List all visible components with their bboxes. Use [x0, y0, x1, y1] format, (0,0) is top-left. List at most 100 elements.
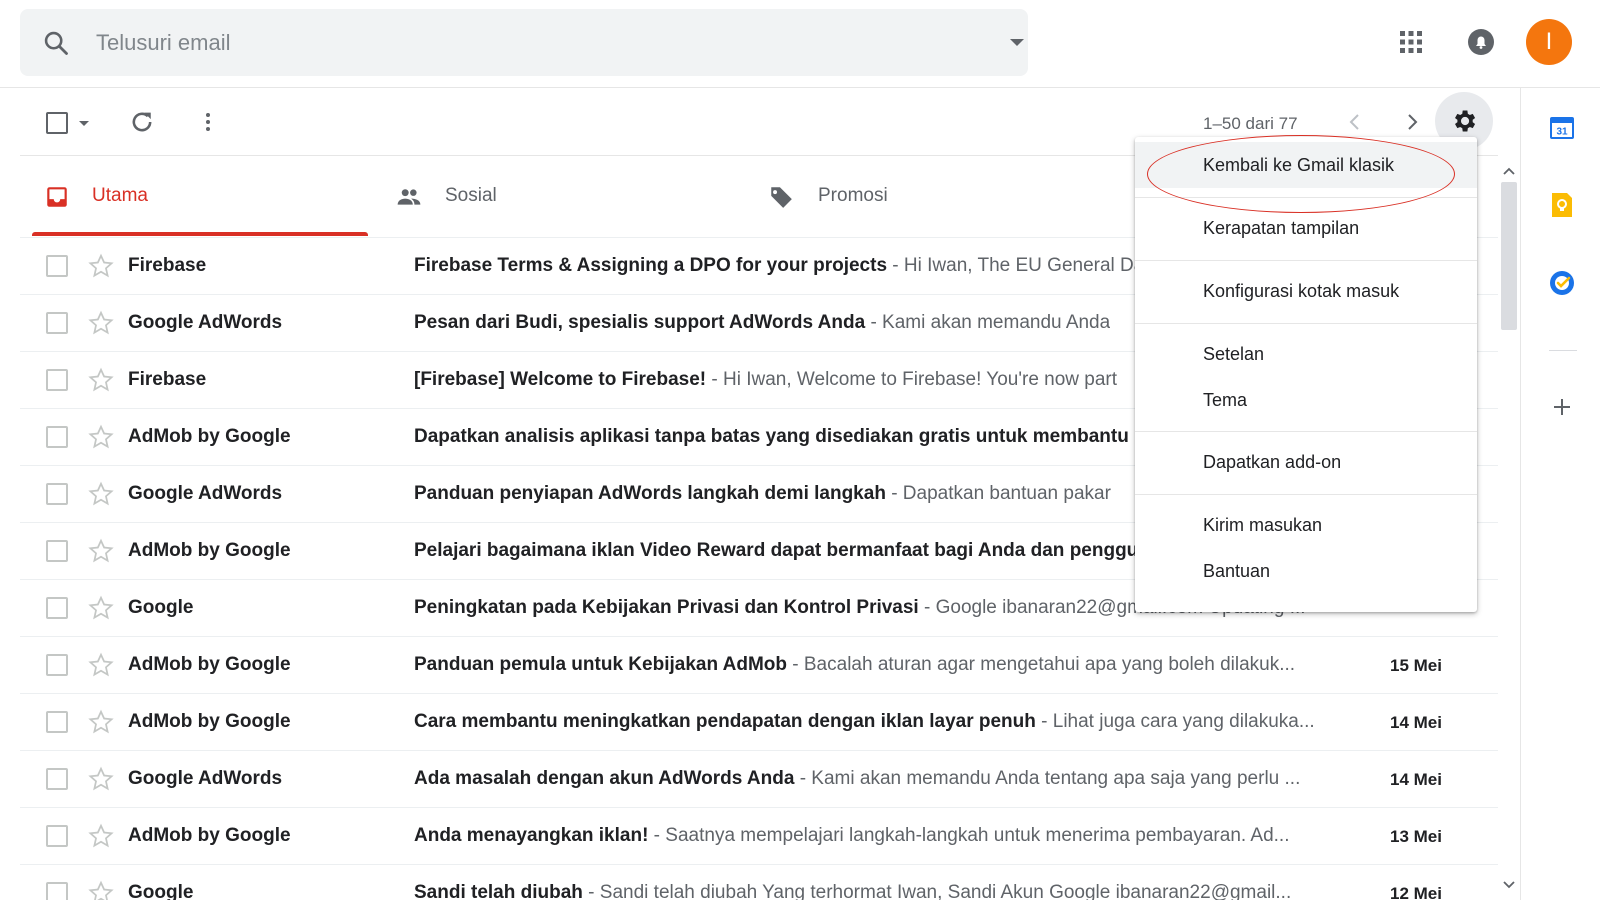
- email-snippet: - Sandi telah diubah Yang terhormat Iwan…: [582, 882, 1292, 900]
- menu-divider: [1135, 431, 1477, 432]
- email-sender: Firebase: [128, 255, 207, 276]
- email-text: Dapatkan analisis aplikasi tanpa batas y…: [414, 426, 1129, 448]
- email-text: Panduan penyiapan AdWords langkah demi l…: [414, 483, 1111, 505]
- star-icon[interactable]: [88, 823, 114, 849]
- email-row[interactable]: AdMob by Google Panduan pemula untuk Keb…: [20, 636, 1498, 693]
- menu-item-display-density[interactable]: Kerapatan tampilan: [1135, 205, 1477, 251]
- star-icon[interactable]: [88, 538, 114, 564]
- search-bar[interactable]: [20, 9, 1028, 76]
- email-sender: Google AdWords: [128, 768, 283, 789]
- avatar[interactable]: I: [1526, 19, 1572, 65]
- calendar-icon[interactable]: 31: [1549, 114, 1575, 140]
- tab-promosi[interactable]: Promosi: [740, 156, 1100, 236]
- tag-icon: [770, 187, 792, 208]
- scroll-down-icon[interactable]: [1503, 880, 1515, 890]
- select-all-checkbox[interactable]: [46, 112, 68, 134]
- row-checkbox[interactable]: [46, 255, 68, 277]
- keep-icon[interactable]: [1549, 192, 1575, 218]
- email-snippet: - Kami akan memandu Anda tentang apa saj…: [794, 768, 1301, 789]
- search-icon[interactable]: [42, 29, 70, 57]
- email-snippet: - Bacalah aturan agar mengetahui apa yan…: [787, 654, 1296, 675]
- scroll-up-icon[interactable]: [1503, 166, 1515, 176]
- email-subject: Pesan dari Budi, spesialis support AdWor…: [414, 312, 866, 333]
- select-menu-icon[interactable]: [79, 121, 89, 126]
- star-icon[interactable]: [88, 652, 114, 678]
- pagination-label: 1–50 dari 77: [1203, 114, 1298, 133]
- search-input[interactable]: [96, 26, 956, 60]
- email-row[interactable]: Google AdWords Ada masalah dengan akun A…: [20, 750, 1498, 807]
- star-icon[interactable]: [88, 481, 114, 507]
- tab-label: Sosial: [445, 185, 497, 206]
- inbox-icon: [47, 187, 67, 207]
- email-snippet: - Saatnya mempelajari langkah-langkah un…: [648, 825, 1290, 846]
- star-icon[interactable]: [88, 310, 114, 336]
- refresh-icon[interactable]: [128, 108, 156, 136]
- star-icon[interactable]: [88, 880, 114, 900]
- scrollbar[interactable]: [1498, 156, 1520, 900]
- tab-sosial[interactable]: Sosial: [380, 156, 740, 236]
- menu-divider: [1135, 323, 1477, 324]
- tab-utama[interactable]: Utama: [20, 156, 380, 236]
- settings-menu: Kembali ke Gmail klasik Kerapatan tampil…: [1135, 137, 1477, 612]
- tab-label: Utama: [92, 185, 148, 206]
- notifications-icon[interactable]: [1466, 27, 1496, 57]
- email-row[interactable]: AdMob by Google Cara membantu meningkatk…: [20, 693, 1498, 750]
- email-subject: Ada masalah dengan akun AdWords Anda: [414, 768, 795, 789]
- email-snippet: - Lihat juga cara yang dilakuka...: [1035, 711, 1315, 732]
- email-sender: Firebase: [128, 369, 207, 390]
- search-options-icon[interactable]: [1010, 39, 1024, 46]
- email-snippet: - Hi Iwan, Welcome to Firebase! You're n…: [706, 369, 1118, 390]
- email-date: 12 Mei: [1390, 884, 1442, 900]
- email-row[interactable]: AdMob by Google Anda menayangkan iklan! …: [20, 807, 1498, 864]
- star-icon[interactable]: [88, 709, 114, 735]
- menu-item-inbox-config[interactable]: Konfigurasi kotak masuk: [1135, 268, 1477, 314]
- email-date: 14 Mei: [1390, 770, 1442, 789]
- email-sender: Google AdWords: [128, 312, 283, 333]
- row-checkbox[interactable]: [46, 426, 68, 448]
- email-snippet: - Dapatkan bantuan pakar: [885, 483, 1111, 504]
- email-subject: Pelajari bagaimana iklan Video Reward da…: [414, 540, 1161, 561]
- email-sender: Google: [128, 882, 194, 900]
- tasks-icon[interactable]: [1549, 270, 1575, 296]
- row-checkbox[interactable]: [46, 369, 68, 391]
- email-sender: Google AdWords: [128, 483, 283, 504]
- tab-label: Promosi: [818, 185, 888, 206]
- row-checkbox[interactable]: [46, 711, 68, 733]
- email-text: [Firebase] Welcome to Firebase! - Hi Iwa…: [414, 369, 1117, 391]
- email-sender: AdMob by Google: [128, 540, 291, 561]
- email-row[interactable]: Google Sandi telah diubah - Sandi telah …: [20, 864, 1498, 900]
- menu-item-classic-gmail[interactable]: Kembali ke Gmail klasik: [1135, 142, 1477, 188]
- email-snippet: - Kami akan memandu Anda: [865, 312, 1111, 333]
- menu-item-themes[interactable]: Tema: [1135, 377, 1477, 423]
- chevron-right-icon[interactable]: [1400, 110, 1424, 134]
- scroll-thumb[interactable]: [1501, 182, 1517, 330]
- row-checkbox[interactable]: [46, 483, 68, 505]
- side-panel: 31: [1520, 88, 1600, 900]
- apps-grid-icon[interactable]: [1399, 30, 1423, 54]
- menu-item-send-feedback[interactable]: Kirim masukan: [1135, 502, 1477, 548]
- gear-icon: [1455, 110, 1476, 132]
- row-checkbox[interactable]: [46, 768, 68, 790]
- email-text: Anda menayangkan iklan! - Saatnya mempel…: [414, 825, 1289, 847]
- star-icon[interactable]: [88, 595, 114, 621]
- email-subject: Panduan pemula untuk Kebijakan AdMob: [414, 654, 787, 675]
- row-checkbox[interactable]: [46, 654, 68, 676]
- row-checkbox[interactable]: [46, 882, 68, 900]
- star-icon[interactable]: [88, 367, 114, 393]
- menu-item-get-addons[interactable]: Dapatkan add-on: [1135, 439, 1477, 485]
- email-subject: Peningkatan pada Kebijakan Privasi dan K…: [414, 597, 919, 618]
- email-text: Ada masalah dengan akun AdWords Anda - K…: [414, 768, 1300, 790]
- row-checkbox[interactable]: [46, 312, 68, 334]
- chevron-left-icon[interactable]: [1343, 110, 1367, 134]
- star-icon[interactable]: [88, 253, 114, 279]
- row-checkbox[interactable]: [46, 540, 68, 562]
- more-vert-icon[interactable]: [196, 110, 220, 134]
- email-subject: Panduan penyiapan AdWords langkah demi l…: [414, 483, 886, 504]
- row-checkbox[interactable]: [46, 597, 68, 619]
- row-checkbox[interactable]: [46, 825, 68, 847]
- menu-item-settings[interactable]: Setelan: [1135, 331, 1477, 377]
- menu-item-help[interactable]: Bantuan: [1135, 548, 1477, 594]
- star-icon[interactable]: [88, 424, 114, 450]
- add-icon[interactable]: [1549, 394, 1575, 420]
- star-icon[interactable]: [88, 766, 114, 792]
